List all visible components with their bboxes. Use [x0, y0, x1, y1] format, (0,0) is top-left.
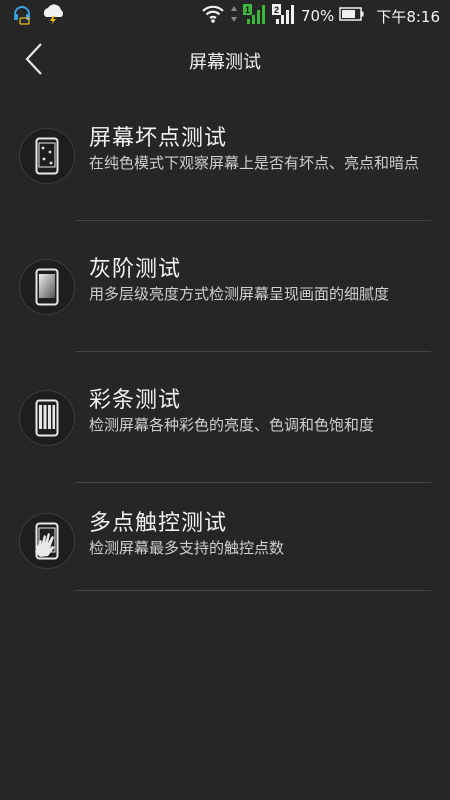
header: 屏幕测试 [0, 32, 450, 90]
svg-text:1: 1 [245, 5, 250, 15]
battery-percent: 70% [300, 7, 335, 25]
grayscale-phone-icon [19, 259, 75, 315]
page-title: 屏幕测试 [189, 52, 261, 73]
wifi-icon [201, 4, 225, 28]
list-item-dead-pixel-test[interactable]: 屏幕坏点测试 在纯色模式下观察屏幕上是否有坏点、亮点和暗点 [0, 90, 450, 221]
headset-notification-icon [12, 3, 32, 29]
divider [75, 590, 431, 591]
test-list: 屏幕坏点测试 在纯色模式下观察屏幕上是否有坏点、亮点和暗点 灰阶测试 用多层级亮… [0, 90, 450, 591]
color-bars-phone-icon [19, 390, 75, 446]
signal-sim2-icon: 2 [271, 3, 296, 29]
data-arrows-icon [230, 5, 238, 27]
multitouch-phone-icon [19, 513, 75, 569]
item-title: 灰阶测试 [89, 257, 182, 282]
signal-sim1-icon: 1 [242, 3, 267, 29]
item-description: 检测屏幕最多支持的触控点数 [89, 539, 285, 557]
item-description: 在纯色模式下观察屏幕上是否有坏点、亮点和暗点 [89, 154, 420, 172]
item-description: 用多层级亮度方式检测屏幕呈现画面的细腻度 [89, 285, 390, 303]
battery-icon [339, 6, 365, 26]
weather-storm-icon [40, 3, 66, 29]
item-title: 彩条测试 [89, 388, 182, 413]
item-description: 检测屏幕各种彩色的亮度、色调和色饱和度 [89, 416, 375, 434]
status-time: 下午8:16 [376, 7, 440, 26]
item-title: 屏幕坏点测试 [89, 126, 228, 151]
list-item-multitouch-test[interactable]: 多点触控测试 检测屏幕最多支持的触控点数 [0, 483, 450, 591]
svg-text:2: 2 [274, 5, 279, 15]
list-item-color-bar-test[interactable]: 彩条测试 检测屏幕各种彩色的亮度、色调和色饱和度 [0, 352, 450, 483]
item-title: 多点触控测试 [89, 511, 228, 536]
list-item-grayscale-test[interactable]: 灰阶测试 用多层级亮度方式检测屏幕呈现画面的细腻度 [0, 221, 450, 352]
status-bar: 1 2 70% 下午8:16 [0, 0, 450, 32]
dead-pixel-phone-icon [19, 128, 75, 184]
